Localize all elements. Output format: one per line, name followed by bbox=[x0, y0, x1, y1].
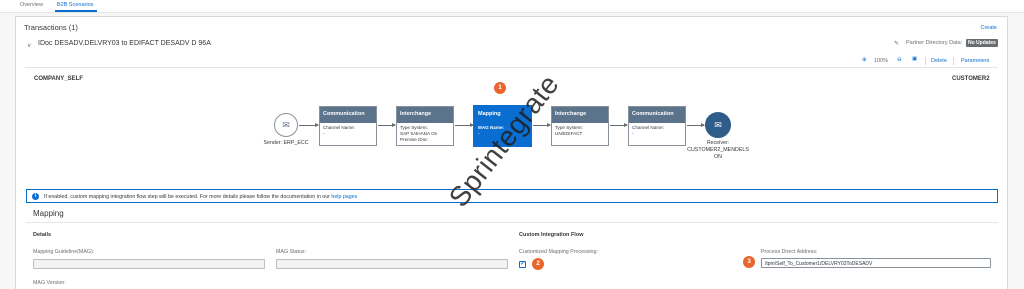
custom-processing-label: Customized Mapping Processing: bbox=[519, 249, 598, 255]
mag-field[interactable] bbox=[33, 259, 265, 269]
marker-1: 1 bbox=[494, 82, 506, 94]
custom-processing-checkbox[interactable]: ✓ bbox=[519, 261, 526, 268]
step-communication-sender[interactable]: Communication Channel Name: - bbox=[319, 106, 377, 146]
info-strip: i If enabled, custom mapping integration… bbox=[26, 189, 998, 203]
marker-3: 3 bbox=[743, 256, 755, 268]
receiver-node[interactable]: ✉ bbox=[705, 112, 731, 138]
chevron-down-icon[interactable]: ∨ bbox=[27, 42, 31, 49]
info-message: If enabled, custom mapping integration f… bbox=[44, 193, 332, 200]
step-title: Communication bbox=[320, 107, 376, 123]
tab-b2b-scenarios[interactable]: B2B Scenarios bbox=[57, 2, 93, 8]
toolbar-divider bbox=[953, 57, 954, 65]
step-title: Interchange bbox=[552, 107, 608, 123]
sender-caption: Sender: ERP_ECC bbox=[263, 140, 309, 146]
mag-status-label: MAG Status: bbox=[276, 249, 307, 255]
parameters-button[interactable]: Parameters bbox=[961, 58, 989, 64]
envelope-icon: ✉ bbox=[714, 119, 722, 130]
mag-label: Mapping Guideline(MAG): bbox=[33, 249, 95, 255]
receiver-caption-line: Receiver: bbox=[706, 140, 730, 146]
active-tab-indicator bbox=[55, 10, 97, 12]
receiver-party: CUSTOMER2 bbox=[952, 76, 990, 82]
step-line: - bbox=[632, 131, 634, 136]
zoom-in-icon[interactable]: ⊕ bbox=[862, 57, 867, 63]
step-title: Communication bbox=[629, 107, 685, 123]
toolbar-divider bbox=[925, 57, 926, 65]
step-interchange-receiver[interactable]: Interchange Type System: UN/EDIFACT bbox=[551, 106, 609, 146]
sender-node[interactable]: ✉ bbox=[274, 113, 298, 137]
mag-status-field[interactable] bbox=[276, 259, 508, 269]
zoom-out-icon[interactable]: ⊖ bbox=[897, 57, 902, 63]
step-interchange-sender[interactable]: Interchange Type System: SAP S/4HANA On Pr… bbox=[396, 106, 454, 146]
pencil-icon[interactable]: ✎ bbox=[894, 40, 899, 47]
flow-arrow bbox=[610, 123, 628, 127]
section-divider bbox=[26, 222, 998, 223]
step-title: Interchange bbox=[397, 107, 453, 123]
process-direct-input[interactable]: /tpm/Self_To_Customer1/DELVRY03ToDESADV bbox=[761, 258, 991, 268]
delete-button[interactable]: Delete bbox=[931, 58, 947, 64]
custom-flow-heading: Custom Integration Flow bbox=[519, 232, 584, 238]
receiver-caption-line: CUSTOMER2_MENDELS bbox=[687, 147, 749, 153]
tab-bar: Overview B2B Scenarios bbox=[0, 0, 1024, 13]
info-icon: i bbox=[32, 193, 39, 200]
partner-directory-badge: No Updates bbox=[966, 39, 998, 47]
partner-directory-label: Partner Directory Data: bbox=[906, 40, 963, 46]
fit-screen-icon[interactable]: ▣ bbox=[912, 56, 917, 62]
marker-2: 2 bbox=[532, 258, 544, 270]
step-line: - bbox=[323, 131, 325, 136]
process-direct-value: /tpm/Self_To_Customer1/DELVRY03ToDESADV bbox=[765, 260, 873, 267]
step-line: Premise IDoc bbox=[400, 137, 428, 142]
process-direct-label: Process Direct Address: bbox=[761, 249, 818, 255]
mapping-section-title: Mapping bbox=[33, 209, 64, 218]
mag-version-label: MAG Version: bbox=[33, 280, 66, 286]
receiver-caption-line: ON bbox=[714, 154, 722, 160]
transaction-title[interactable]: IDoc DESADV.DELVRY03 to EDIFACT DESADV D… bbox=[38, 40, 211, 47]
details-heading: Details bbox=[33, 232, 52, 238]
info-text: If enabled, custom mapping integration f… bbox=[44, 194, 357, 200]
zoom-level: 100% bbox=[874, 58, 889, 64]
flow-arrow bbox=[299, 123, 319, 127]
step-line: UN/EDIFACT bbox=[555, 131, 583, 136]
step-communication-receiver[interactable]: Communication Channel Name: - bbox=[628, 106, 686, 146]
help-pages-link[interactable]: help pages bbox=[331, 194, 357, 200]
sender-party: COMPANY_SELF bbox=[34, 76, 83, 82]
inbox-icon: ✉ bbox=[282, 119, 290, 130]
transactions-title: Transactions (1) bbox=[24, 23, 78, 32]
flow-arrow bbox=[455, 123, 474, 127]
tab-overview[interactable]: Overview bbox=[20, 2, 43, 8]
flow-arrow bbox=[687, 123, 705, 127]
flow-arrow bbox=[378, 123, 396, 127]
create-button[interactable]: Create bbox=[980, 25, 997, 31]
receiver-caption: Receiver: CUSTOMER2_MENDELS ON bbox=[680, 140, 756, 161]
